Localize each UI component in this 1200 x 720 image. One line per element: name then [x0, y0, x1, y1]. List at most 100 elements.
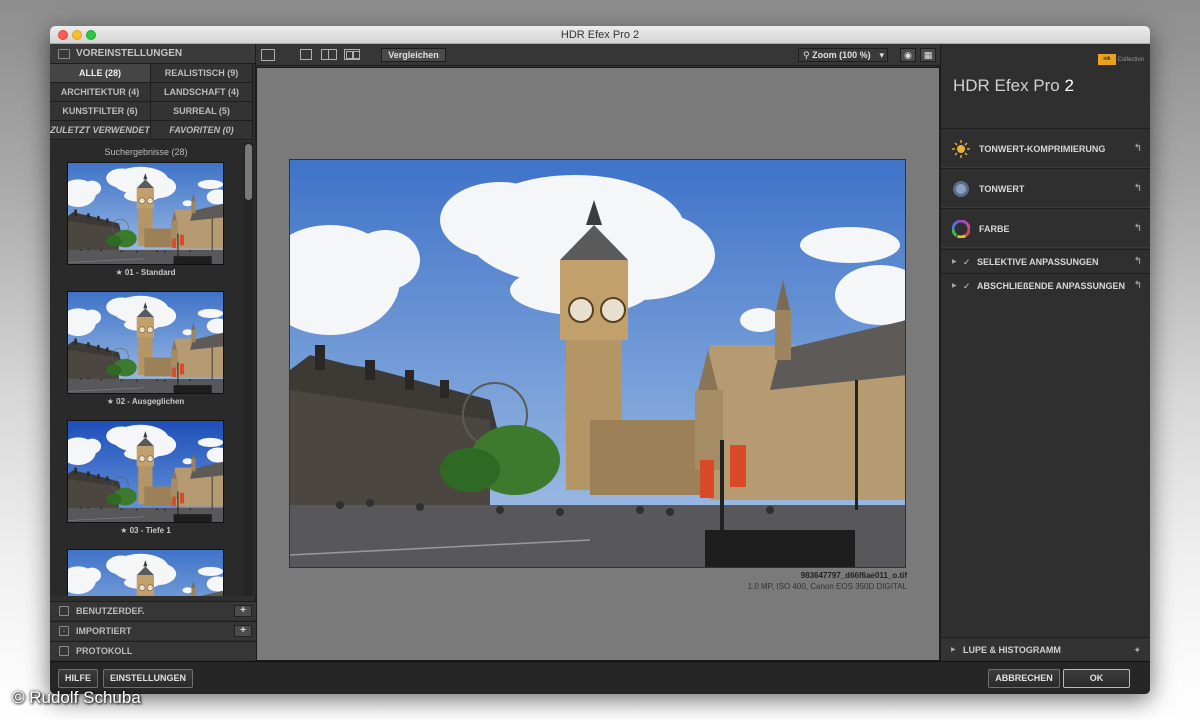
section-history[interactable]: PROTOKOLL [50, 641, 256, 660]
section-imported[interactable]: ↓ IMPORTIERT + [50, 621, 256, 640]
folder-icon [59, 606, 69, 616]
filter-landscape[interactable]: LANDSCHAFT (4) [151, 83, 253, 102]
filter-all[interactable]: ALLE (28) [50, 64, 151, 83]
presets-header-label: VOREINSTELLUNGEN [76, 48, 183, 59]
checkmark-icon[interactable]: ✓ [963, 250, 971, 274]
section-tone[interactable]: TONWERT ↰ [941, 168, 1150, 208]
single-view-icon[interactable] [300, 49, 312, 60]
cancel-button[interactable]: ABBRECHEN [988, 669, 1060, 688]
preset-label: ★ 03 - Tiefe 1 [120, 526, 171, 535]
filter-favorites[interactable]: FAVORITEN (0) [151, 121, 253, 140]
history-icon [59, 646, 69, 656]
adjustments-panel: nik Collection HDR Efex Pro 2 TONWERT-KO… [940, 44, 1150, 661]
section-tone-compression-label: TONWERT-KOMPRIMIERUNG [979, 144, 1106, 154]
section-selective-label: SELEKTIVE ANPASSUNGEN [977, 257, 1099, 267]
preset-thumbnail[interactable] [67, 549, 224, 596]
presets-panel: VOREINSTELLUNGEN ALLE (28) REALISTISCH (… [50, 44, 256, 661]
app-window: HDR Efex Pro 2 VOREINSTELLUNGEN ALLE (28… [50, 26, 1150, 694]
section-history-label: PROTOKOLL [76, 646, 133, 656]
preset-scrollbar[interactable] [244, 142, 253, 596]
zoom-window-button[interactable] [86, 30, 96, 40]
reset-icon[interactable]: ↰ [1134, 250, 1142, 274]
filter-recent[interactable]: ZULETZT VERWENDET [50, 121, 151, 140]
reset-icon[interactable]: ↰ [1134, 209, 1142, 249]
ok-button[interactable]: OK [1063, 669, 1130, 688]
section-finishing-label: ABSCHLIEßENDE ANPASSUNGEN [977, 281, 1126, 291]
image-filename: 983647797_d66f6ae011_o.tif [800, 571, 907, 580]
preset-scrollbar-thumb[interactable] [245, 144, 252, 200]
import-icon: ↓ [59, 626, 69, 636]
section-tone-compression[interactable]: TONWERT-KOMPRIMIERUNG ↰ [941, 128, 1150, 168]
checkmark-icon[interactable]: ✓ [963, 274, 971, 298]
settings-button[interactable]: EINSTELLUNGEN [103, 669, 193, 688]
split-view-icon[interactable] [321, 49, 337, 60]
presets-icon [58, 49, 70, 59]
compare-button[interactable]: Vergleichen [381, 48, 446, 62]
section-tone-label: TONWERT [979, 184, 1025, 194]
sun-icon [952, 140, 970, 158]
preset-thumbnail[interactable]: ★ 01 - Standard [67, 162, 224, 287]
title-bar: HDR Efex Pro 2 [50, 26, 1150, 44]
reset-icon[interactable]: ↰ [1134, 169, 1142, 209]
reset-icon[interactable]: ↰ [1134, 274, 1142, 298]
loupe-histogram-section[interactable]: ▶ LUPE & HISTOGRAMM ✦ [941, 637, 1150, 661]
bottom-bar: HILFE EINSTELLUNGEN ABBRECHEN OK [50, 661, 1150, 694]
section-imported-label: IMPORTIERT [76, 626, 132, 636]
photo-credit: © Rudolf Schuba [12, 688, 141, 707]
tone-icon [953, 181, 969, 197]
loupe-icon[interactable]: ◉ [900, 48, 916, 62]
preset-image [67, 549, 224, 596]
panel-title: HDR Efex Pro 2 [953, 76, 1074, 96]
section-color-label: FARBE [979, 224, 1010, 234]
preset-thumbnail[interactable]: ★ 02 - Ausgeglichen [67, 291, 224, 416]
add-import-button[interactable]: + [234, 625, 252, 637]
zoom-value: Zoom (100 %) [812, 50, 871, 60]
zoom-select[interactable]: ⚲ Zoom (100 %) ▾ [798, 48, 888, 62]
expand-triangle-icon: ▶ [952, 259, 957, 265]
preset-image [67, 420, 224, 523]
expand-triangle-icon: ▶ [952, 283, 957, 289]
section-custom[interactable]: BENUTZERDEF. + [50, 601, 256, 620]
filter-architecture[interactable]: ARCHITEKTUR (4) [50, 83, 151, 102]
section-selective[interactable]: ▶ ✓ SELEKTIVE ANPASSUNGEN ↰ [941, 249, 1150, 273]
filter-realistic[interactable]: REALISTISCH (9) [151, 64, 253, 83]
close-window-button[interactable] [58, 30, 68, 40]
nik-logo: nik [1097, 54, 1116, 65]
preset-thumbnail-list: Suchergebnisse (28) ★ 01 - Standard ★ 02… [50, 142, 256, 596]
preset-image [67, 162, 224, 265]
expand-triangle-icon: ▶ [951, 647, 956, 653]
preset-thumbnail[interactable]: ★ 03 - Tiefe 1 [67, 420, 224, 545]
grid-view-icon[interactable]: ▦ [920, 48, 936, 62]
preview-canvas: 983647797_d66f6ae011_o.tif 1.0 MP, ISO 4… [256, 67, 940, 661]
color-wheel-icon [952, 220, 970, 238]
add-custom-button[interactable]: + [234, 605, 252, 617]
chevron-down-icon: ▾ [879, 50, 884, 60]
loupe-histogram-label: LUPE & HISTOGRAMM [963, 645, 1061, 655]
pin-icon[interactable]: ✦ [1133, 638, 1141, 662]
presets-header[interactable]: VOREINSTELLUNGEN [50, 44, 255, 64]
window-title: HDR Efex Pro 2 [560, 29, 640, 41]
filter-art[interactable]: KUNSTFILTER (6) [50, 102, 151, 121]
reset-icon[interactable]: ↰ [1134, 129, 1142, 169]
magnifier-icon: ⚲ [803, 50, 813, 60]
brand-collection-label: Collection [1117, 57, 1144, 64]
toggle-panel-icon[interactable] [261, 49, 275, 61]
panel-title-version: 2 [1064, 76, 1074, 95]
preset-image [67, 291, 224, 394]
filter-surreal[interactable]: SURREAL (5) [151, 102, 253, 121]
preview-photo[interactable] [289, 159, 906, 568]
section-custom-label: BENUTZERDEF. [76, 606, 145, 616]
preset-filter-grid: ALLE (28) REALISTISCH (9) ARCHITEKTUR (4… [50, 64, 255, 140]
section-color[interactable]: FARBE ↰ [941, 208, 1150, 248]
panel-title-text: HDR Efex Pro [953, 76, 1060, 95]
help-button[interactable]: HILFE [58, 669, 98, 688]
brand-mark: nik Collection [1097, 54, 1144, 65]
image-info: 1.0 MP, ISO 400, Canon EOS 350D DIGITAL [747, 582, 907, 591]
side-by-side-view-icon[interactable] [344, 49, 360, 60]
preset-label: ★ 02 - Ausgeglichen [106, 397, 185, 406]
preset-label: ★ 01 - Standard [115, 268, 176, 277]
minimize-window-button[interactable] [72, 30, 82, 40]
preview-toolbar: Vergleichen ⚲ Zoom (100 %) ▾ ◉ ▦ [256, 44, 940, 66]
search-results-count: Suchergebnisse (28) [104, 147, 188, 157]
section-finishing[interactable]: ▶ ✓ ABSCHLIEßENDE ANPASSUNGEN ↰ [941, 273, 1150, 297]
